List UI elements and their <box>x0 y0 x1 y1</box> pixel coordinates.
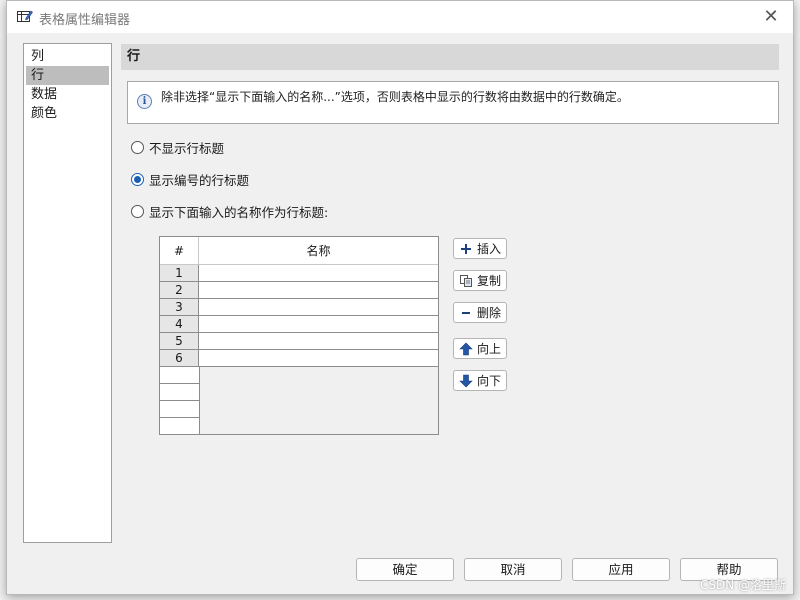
row-number: 3 <box>160 299 199 316</box>
column-header-number: # <box>160 237 199 265</box>
option-label: 显示下面输入的名称作为行标题: <box>149 204 329 220</box>
table-editor-icon <box>17 9 33 23</box>
table-row[interactable]: 5 <box>160 333 438 350</box>
option-numbered-row-titles[interactable]: 显示编号的行标题 <box>131 170 249 188</box>
empty-row-header <box>160 384 200 401</box>
row-name-cell[interactable] <box>199 299 438 316</box>
row-number: 1 <box>160 265 199 282</box>
move-down-label: 向下 <box>477 374 502 388</box>
row-name-cell[interactable] <box>199 282 438 299</box>
move-up-button[interactable]: 向上 <box>453 338 507 359</box>
copy-icon <box>459 274 473 288</box>
radio-button[interactable] <box>131 204 144 218</box>
radio-button[interactable] <box>131 140 144 154</box>
row-name-cell[interactable] <box>199 350 438 367</box>
watermark: CSDN @洛里斯 <box>699 578 786 592</box>
nav-item-columns[interactable]: 列 <box>26 47 109 66</box>
title-bar: 表格属性编辑器 ✕ <box>7 1 793 33</box>
window-title: 表格属性编辑器 <box>39 13 131 28</box>
copy-label: 复制 <box>477 274 502 288</box>
row-names-grid[interactable]: # 名称 1 2 3 4 5 6 <box>159 236 439 435</box>
table-row[interactable]: 4 <box>160 316 438 333</box>
info-icon: i <box>137 94 152 109</box>
row-number: 4 <box>160 316 199 333</box>
option-no-row-titles[interactable]: 不显示行标题 <box>131 138 224 156</box>
grid-header: # 名称 <box>160 237 438 265</box>
insert-button[interactable]: 插入 <box>453 238 507 259</box>
empty-row-header <box>160 367 200 384</box>
nav-item-colors[interactable]: 颜色 <box>26 104 109 123</box>
move-down-button[interactable]: 向下 <box>453 370 507 391</box>
empty-row-header <box>160 401 200 418</box>
apply-button[interactable]: 应用 <box>572 558 670 581</box>
row-number: 6 <box>160 350 199 367</box>
arrow-up-icon <box>459 342 473 356</box>
arrow-down-icon <box>459 374 473 388</box>
plus-icon <box>459 242 473 256</box>
minus-icon <box>459 306 473 320</box>
row-number: 5 <box>160 333 199 350</box>
row-name-cell[interactable] <box>199 265 438 282</box>
table-row[interactable]: 1 <box>160 265 438 282</box>
row-name-cell[interactable] <box>199 316 438 333</box>
column-header-name: 名称 <box>306 244 331 258</box>
delete-button[interactable]: 删除 <box>453 302 507 323</box>
row-number: 2 <box>160 282 199 299</box>
row-name-cell[interactable] <box>199 333 438 350</box>
table-row[interactable]: 3 <box>160 299 438 316</box>
nav-item-rows[interactable]: 行 <box>26 66 109 85</box>
close-icon: ✕ <box>763 5 779 27</box>
delete-label: 删除 <box>477 306 502 320</box>
move-up-label: 向上 <box>477 342 502 356</box>
nav-item-data[interactable]: 数据 <box>26 85 109 104</box>
copy-button[interactable]: 复制 <box>453 270 507 291</box>
option-label: 不显示行标题 <box>149 140 225 156</box>
cancel-button[interactable]: 取消 <box>464 558 562 581</box>
table-row[interactable]: 2 <box>160 282 438 299</box>
ok-button[interactable]: 确定 <box>356 558 454 581</box>
table-row[interactable]: 6 <box>160 350 438 367</box>
radio-button-checked[interactable] <box>131 172 144 186</box>
section-title: 行 <box>121 44 779 70</box>
table-properties-dialog: 表格属性编辑器 ✕ 列 行 数据 颜色 行 i 除非选择“显示下面输入的名称..… <box>6 0 794 595</box>
info-text: 除非选择“显示下面输入的名称...”选项，否则表格中显示的行数将由数据中的行数确… <box>161 90 629 104</box>
close-button[interactable]: ✕ <box>749 1 793 31</box>
category-list[interactable]: 列 行 数据 颜色 <box>23 43 112 543</box>
option-label: 显示编号的行标题 <box>149 172 250 188</box>
option-named-row-titles[interactable]: 显示下面输入的名称作为行标题: <box>131 202 328 220</box>
empty-row-header <box>160 418 200 435</box>
info-message: i 除非选择“显示下面输入的名称...”选项，否则表格中显示的行数将由数据中的行… <box>127 81 779 124</box>
insert-label: 插入 <box>477 242 502 256</box>
